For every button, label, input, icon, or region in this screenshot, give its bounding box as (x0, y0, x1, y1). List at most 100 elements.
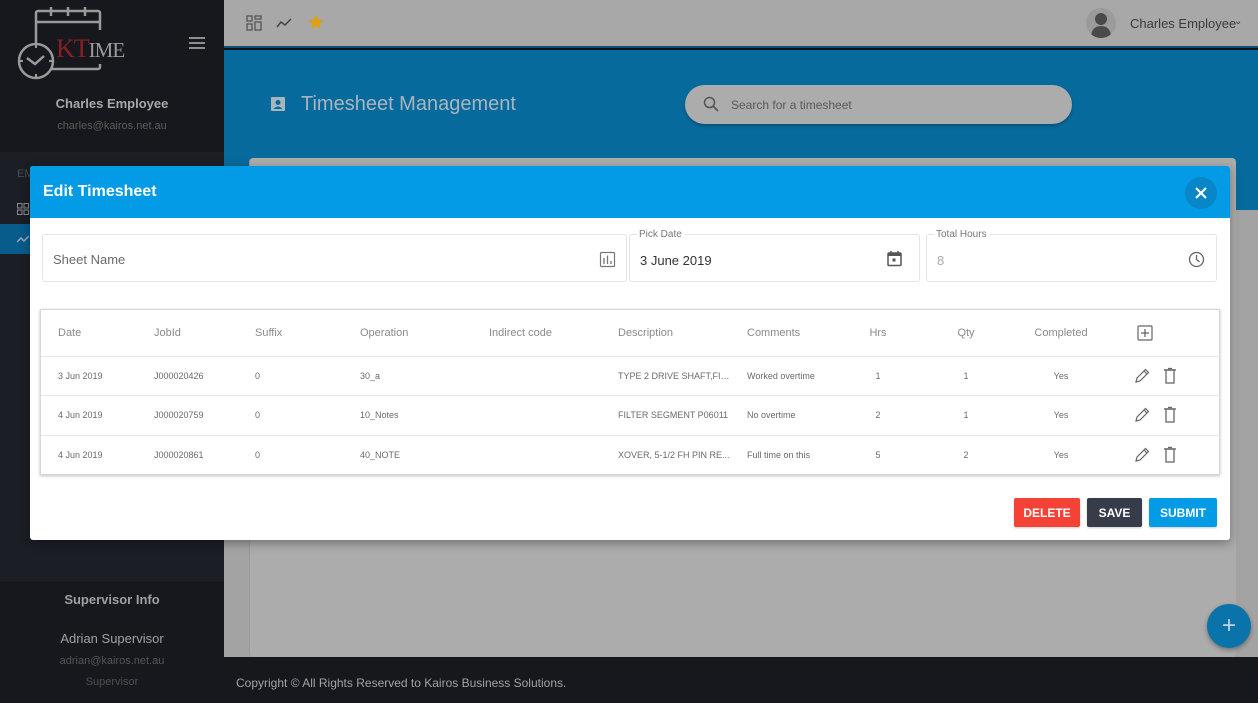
search-bar (685, 85, 1072, 124)
top-bar: Charles Employee ⌄ (224, 0, 1258, 48)
edit-icon[interactable] (1133, 367, 1151, 385)
pick-date-input[interactable] (640, 249, 870, 271)
column-header-description[interactable]: Description (601, 310, 730, 357)
cell-hrs: 2 (830, 395, 926, 436)
supervisor-email: adrian@kairos.net.au (59, 655, 165, 667)
row-actions (1116, 356, 1221, 396)
cell-hrs: 1 (830, 356, 926, 396)
cell-comments: No overtime (730, 395, 830, 436)
cell-suffix: 0 (238, 395, 343, 436)
trend-icon (17, 235, 29, 243)
column-header-qty[interactable]: Qty (926, 310, 1006, 357)
profile-email: charles@kairos.net.au (57, 120, 167, 132)
table-row[interactable]: 4 Jun 2019 J000020759 0 10_Notes FILTER SEGM… (41, 395, 1221, 436)
grid-icon (17, 203, 29, 215)
grid-icon[interactable] (246, 15, 262, 31)
clock-icon (1188, 251, 1205, 268)
column-header-completed[interactable]: Completed (1006, 310, 1116, 357)
cell-date: 4 Jun 2019 (58, 450, 103, 460)
delete-button[interactable]: DELETE (1014, 498, 1080, 527)
pick-date-label: Pick Date (637, 229, 684, 240)
search-input[interactable] (731, 95, 1051, 115)
user-menu-name[interactable]: Charles Employee (1130, 16, 1236, 31)
cell-jobid: J000020861 (154, 450, 204, 460)
footer: Copyright © All Rights Reserved to Kairo… (224, 657, 1258, 703)
pick-date-field: Pick Date (629, 229, 920, 282)
timesheet-table: Date JobId Suffix Operation Indirect cod… (40, 309, 1221, 475)
cell-completed: Yes (1053, 450, 1069, 460)
cell-operation: 10_Notes (343, 395, 472, 436)
cell-suffix: 0 (238, 356, 343, 396)
column-header-hrs[interactable]: Hrs (830, 310, 926, 357)
row-actions (1116, 435, 1221, 475)
cell-completed: Yes (1006, 395, 1116, 436)
cell-operation: 30_a (343, 356, 472, 396)
close-button[interactable] (1185, 177, 1217, 209)
cell-jobid: J000020426 (137, 356, 238, 396)
cell-indirect (472, 395, 601, 436)
supervisor-role: Supervisor (85, 676, 139, 688)
cell-indirect (472, 356, 601, 396)
table-row[interactable]: 4 Jun 2019 J000020861 0 40_NOTE XOVER, 5-1/2… (41, 435, 1221, 475)
column-header-indirect-code[interactable]: Indirect code (472, 310, 601, 357)
sheet-name-field (42, 234, 627, 282)
cell-qty: 1 (926, 356, 1006, 396)
cell-comments: Full time on this (747, 450, 811, 460)
edit-timesheet-modal: Edit Timesheet Pick Date Total Hours (30, 166, 1230, 540)
cell-hrs: 5 (875, 450, 881, 460)
edit-icon[interactable] (1133, 446, 1151, 464)
brand: KTIME (0, 0, 224, 85)
table-header-row: Date JobId Suffix Operation Indirect cod… (41, 310, 1221, 357)
trash-icon[interactable] (1161, 367, 1179, 385)
total-hours-input (937, 249, 1167, 271)
copyright-text: Copyright © All Rights Reserved to Kairo… (236, 676, 567, 690)
add-row-icon[interactable] (1136, 324, 1154, 342)
column-header-comments[interactable]: Comments (730, 310, 830, 357)
trash-icon[interactable] (1161, 406, 1179, 424)
modal-header: Edit Timesheet (30, 166, 1230, 218)
cell-qty: 1 (926, 395, 1006, 436)
cell-description: FILTER SEGMENT P06011 (601, 395, 730, 436)
supervisor-info-title: Supervisor Info (64, 592, 160, 607)
star-icon[interactable] (308, 14, 324, 30)
row-actions (1116, 395, 1221, 436)
cell-description: TYPE 2 DRIVE SHAFT,FIL... (601, 356, 730, 396)
cell-suffix: 0 (255, 450, 261, 460)
chevron-down-icon[interactable]: ⌄ (1234, 16, 1242, 27)
column-header-date[interactable]: Date (41, 310, 137, 357)
cell-indirect (472, 435, 601, 475)
cell-date: 3 Jun 2019 (41, 356, 137, 396)
column-header-jobid[interactable]: JobId (137, 310, 238, 357)
cell-date: 4 Jun 2019 (41, 395, 137, 436)
add-timesheet-fab[interactable]: + (1207, 604, 1251, 648)
modal-title: Edit Timesheet (43, 183, 157, 200)
trend-icon[interactable] (276, 15, 292, 31)
submit-button[interactable]: SUBMIT (1149, 498, 1217, 527)
column-header-operation[interactable]: Operation (343, 310, 472, 357)
chart-icon (599, 251, 616, 268)
total-hours-label: Total Hours (934, 229, 989, 240)
contact-card-icon (271, 97, 285, 111)
brand-name: KTIME (56, 34, 125, 63)
edit-icon[interactable] (1133, 406, 1151, 424)
trash-icon[interactable] (1161, 446, 1179, 464)
cell-qty: 2 (963, 450, 969, 460)
save-button[interactable]: SAVE (1087, 498, 1142, 527)
sheet-name-input[interactable] (53, 248, 553, 270)
calendar-icon[interactable] (886, 250, 903, 267)
cell-completed: Yes (1006, 356, 1116, 396)
table-row[interactable]: 3 Jun 2019 J000020426 0 30_a TYPE 2 DRIVE SH… (41, 356, 1221, 396)
avatar[interactable] (1086, 8, 1116, 38)
cell-jobid: J000020759 (137, 395, 238, 436)
menu-toggle-icon[interactable] (189, 37, 205, 49)
user-avatar-icon (1091, 13, 1111, 38)
cell-description: XOVER, 5-1/2 FH PIN RE... (618, 450, 730, 460)
supervisor-name: Adrian Supervisor (60, 631, 164, 646)
add-row-cell (1116, 310, 1221, 357)
page-title: Timesheet Management (301, 93, 516, 115)
column-header-suffix[interactable]: Suffix (238, 310, 343, 357)
close-icon (1195, 187, 1207, 199)
search-icon (703, 96, 719, 112)
total-hours-field: Total Hours (926, 229, 1217, 282)
profile-name: Charles Employee (55, 96, 169, 111)
